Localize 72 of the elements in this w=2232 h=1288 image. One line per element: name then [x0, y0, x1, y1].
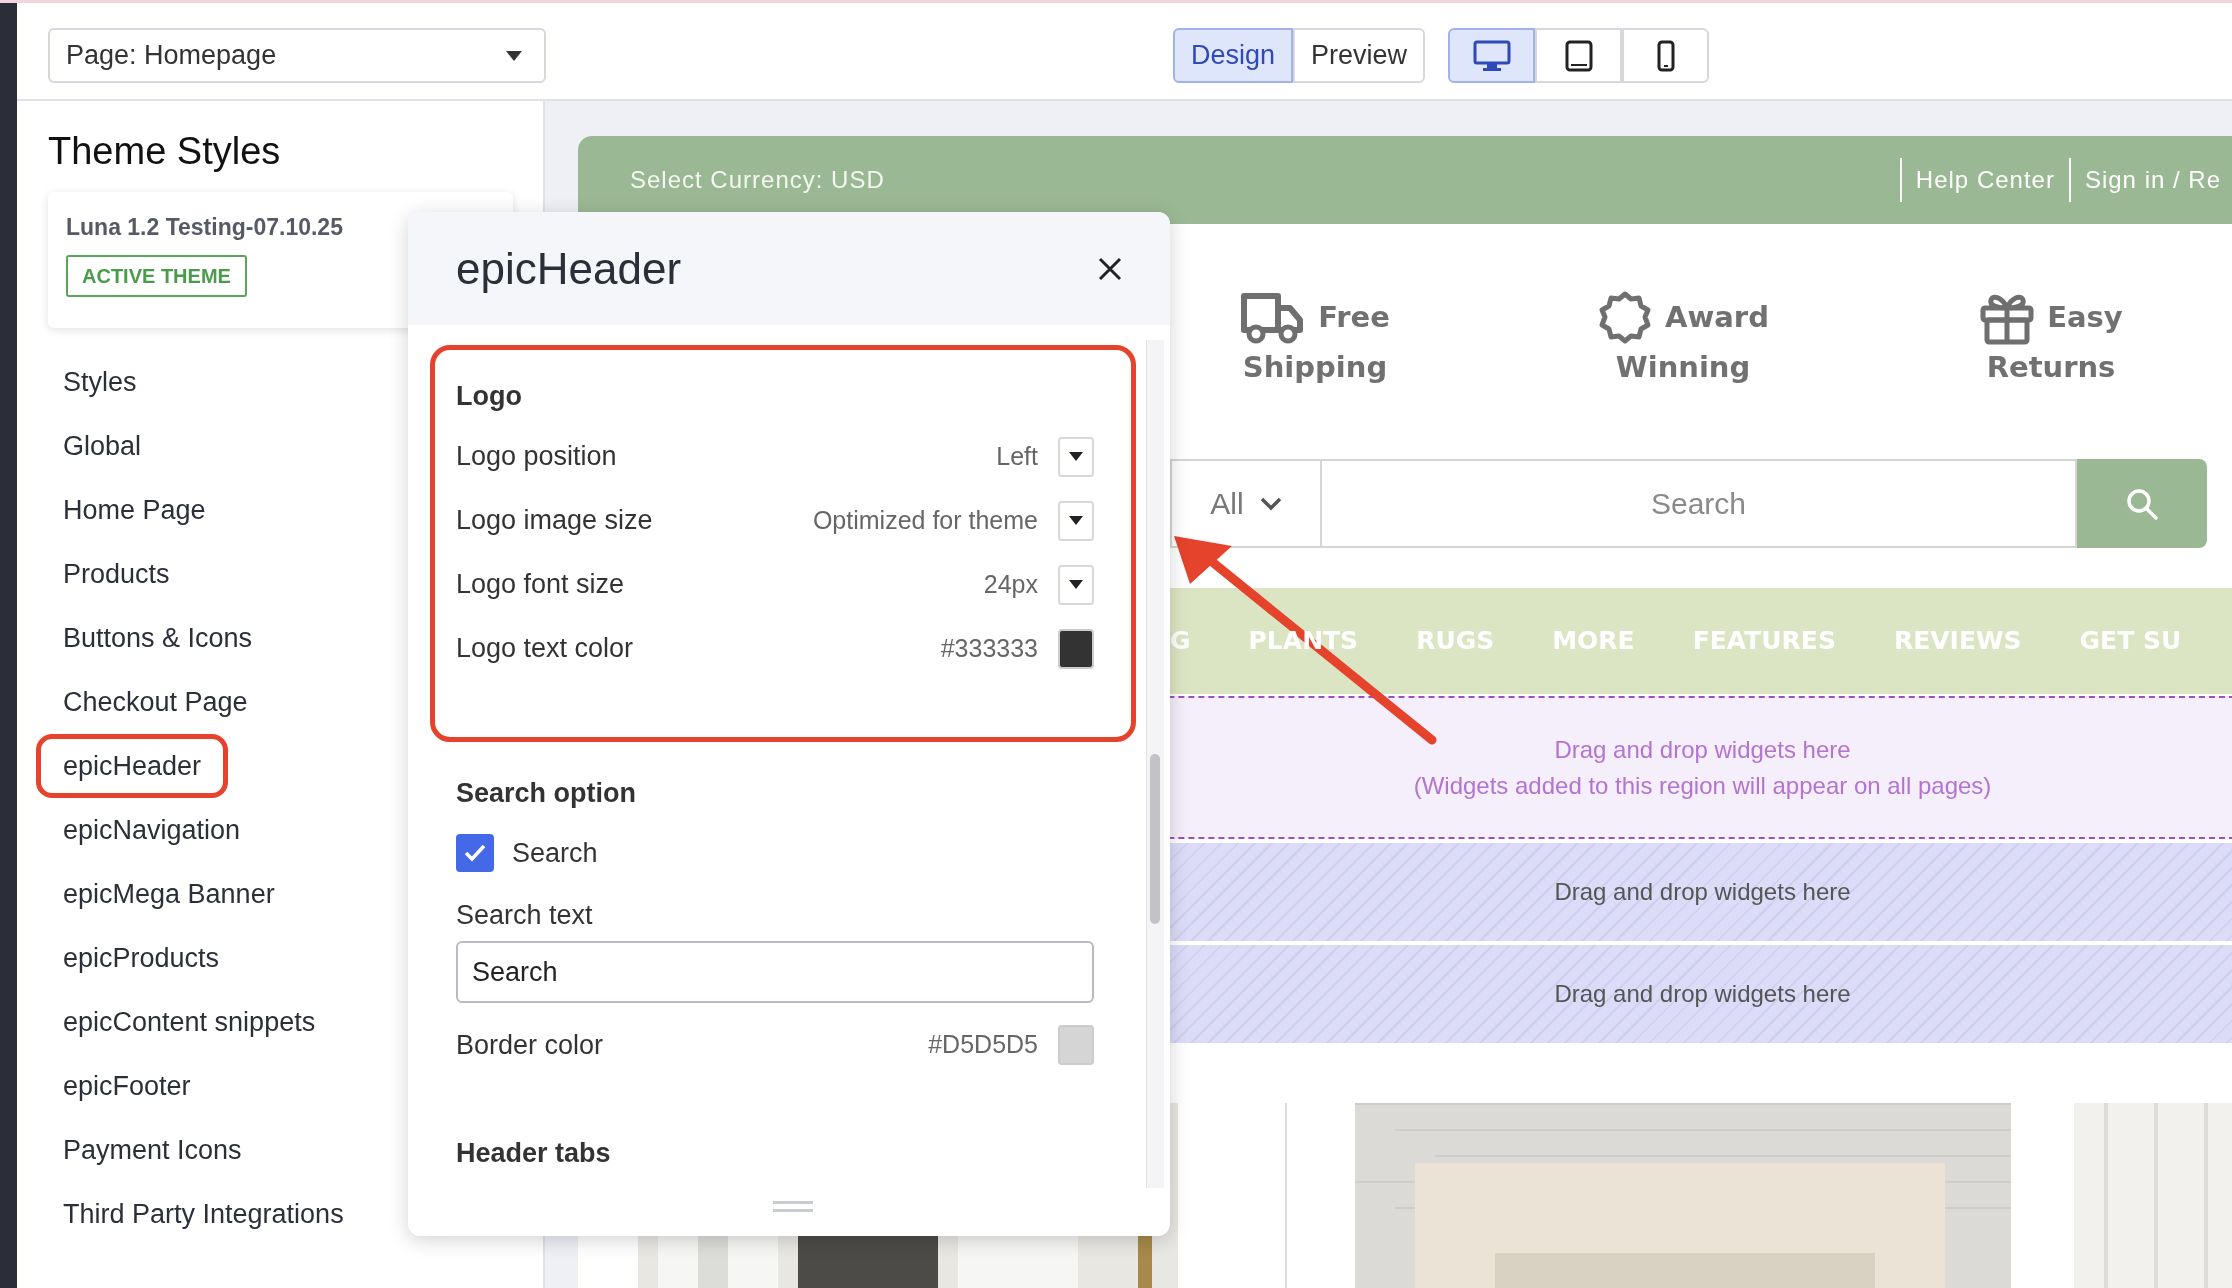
sidebar-item[interactable]: Payment Icons: [36, 1118, 269, 1183]
sidebar-item[interactable]: epicMega Banner: [36, 862, 302, 927]
phone-icon: [1656, 39, 1675, 72]
feature-title: Winning: [1615, 349, 1751, 387]
feature-title: Returns: [1986, 349, 2116, 387]
dropdown-button[interactable]: [1058, 500, 1094, 541]
sidebar-item[interactable]: Styles: [36, 350, 164, 415]
chevron-down-icon: [1259, 496, 1282, 511]
device-button[interactable]: [1622, 28, 1709, 83]
setting-label: Logo position: [456, 440, 617, 474]
setting-label: Logo text color: [456, 632, 634, 666]
drop-zone-text: Drag and drop widgets here: [1554, 877, 1851, 908]
device-button[interactable]: [1448, 28, 1535, 83]
sidebar-item[interactable]: epicProducts: [36, 926, 247, 991]
feature-title: Shipping: [1242, 349, 1388, 387]
view-mode-tab[interactable]: Preview: [1293, 28, 1426, 83]
drop-zone-text: (Widgets added to this region will appear on all pages): [1413, 770, 1992, 801]
sidebar-item[interactable]: Checkout Page: [36, 670, 275, 735]
checkbox[interactable]: [456, 834, 494, 872]
resize-handle[interactable]: [773, 1201, 813, 1213]
search-icon: [2125, 486, 2159, 521]
sidebar-item[interactable]: Buttons & Icons: [36, 606, 280, 671]
check-icon: [463, 843, 487, 863]
color-value: #333333: [940, 632, 1038, 664]
drop-zone-text: Drag and drop widgets here: [1554, 979, 1851, 1010]
caret-icon: [506, 50, 522, 61]
close-button[interactable]: [1098, 256, 1122, 281]
active-theme-badge: ACTIVE THEME: [66, 254, 247, 297]
caret-icon: [1069, 516, 1083, 525]
sidebar-title: Theme Styles: [48, 129, 281, 175]
feature-title: Free: [1318, 299, 1390, 337]
desktop-icon: [1472, 39, 1511, 72]
sidebar-item[interactable]: epicNavigation: [36, 798, 268, 863]
feature-title: Award: [1665, 299, 1769, 337]
color-swatch[interactable]: [1058, 1025, 1094, 1065]
scrollbar-thumb[interactable]: [1150, 754, 1160, 924]
setting-label: Logo font size: [456, 568, 625, 602]
drop-zone-text: Drag and drop widgets here: [1554, 734, 1851, 765]
dropdown-button[interactable]: [1058, 564, 1094, 605]
sidebar-item[interactable]: epicHeader: [36, 734, 229, 799]
page-select[interactable]: Page: Homepage: [48, 28, 546, 83]
search-text-field[interactable]: Search: [456, 941, 1094, 1003]
sidebar-item[interactable]: epicContent snippets: [36, 990, 343, 1055]
sidebar-item[interactable]: epicFooter: [36, 1054, 218, 1119]
caret-icon: [1069, 452, 1083, 461]
panel-title: epicHeader: [456, 242, 682, 295]
setting-value: Left: [996, 440, 1038, 472]
view-mode-tab[interactable]: Design: [1173, 28, 1294, 83]
color-swatch[interactable]: [1058, 628, 1094, 669]
sidebar-item[interactable]: Products: [36, 542, 197, 607]
section-heading: Logo: [456, 380, 522, 413]
close-icon: [1098, 256, 1122, 281]
scrollbar[interactable]: [1146, 340, 1164, 1188]
setting-label: Border color: [456, 1028, 604, 1062]
device-button[interactable]: [1535, 28, 1622, 83]
section-heading: Search option: [456, 776, 637, 810]
sidebar-item[interactable]: Home Page: [36, 478, 233, 543]
setting-label: Search text: [456, 898, 594, 932]
section-heading: Header tabs: [456, 1137, 611, 1170]
sidebar-item[interactable]: Global: [36, 414, 169, 479]
sidebar-item[interactable]: Third Party Integrations: [36, 1182, 371, 1247]
setting-label: Logo image size: [456, 504, 653, 538]
feature-title: Easy: [2047, 299, 2123, 337]
setting-value: 24px: [983, 568, 1038, 600]
category-select[interactable]: All: [1170, 459, 1320, 549]
checkbox-label: Search: [512, 836, 598, 870]
store-search-field[interactable]: Search: [1320, 459, 2077, 549]
tablet-icon: [1564, 39, 1593, 72]
color-value: #D5D5D5: [928, 1029, 1038, 1061]
theme-name: Luna 1.2 Testing-07.10.25: [66, 213, 343, 243]
dropdown-button[interactable]: [1058, 436, 1094, 477]
setting-value: Optimized for theme: [812, 504, 1038, 536]
